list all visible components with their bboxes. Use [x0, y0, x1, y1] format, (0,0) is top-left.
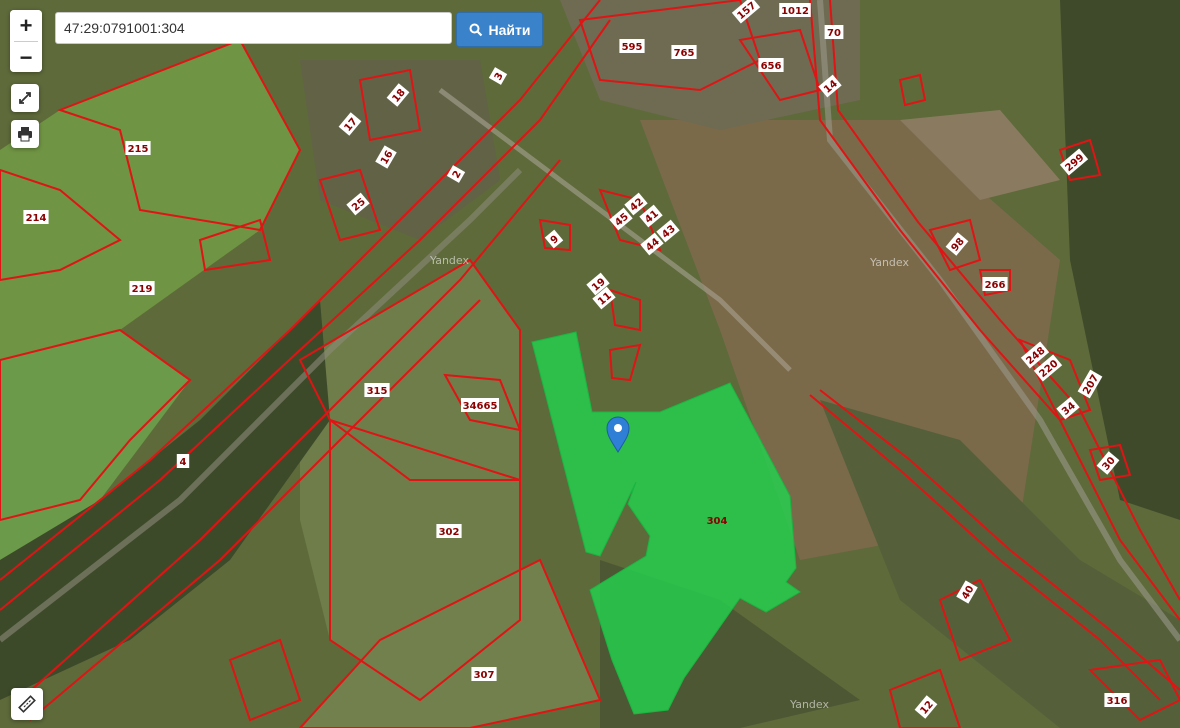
parcel-label-text: 316	[1107, 696, 1128, 707]
search-icon	[469, 23, 482, 36]
parcel-label-4[interactable]: 4	[176, 454, 190, 468]
ruler-button[interactable]	[11, 688, 43, 720]
fullscreen-button[interactable]	[11, 84, 39, 112]
zoom-out-button[interactable]: −	[10, 42, 42, 72]
parcel-label-text: 595	[622, 42, 643, 53]
watermark: Yandex	[789, 698, 829, 711]
parcel-label-text: 315	[367, 386, 388, 397]
parcel-label-text: 302	[439, 527, 460, 538]
print-button[interactable]	[11, 120, 39, 148]
parcel-label-316[interactable]: 316	[1104, 693, 1130, 707]
parcel-label-text: 1012	[781, 6, 809, 17]
cadastral-search-input[interactable]	[55, 12, 452, 44]
parcel-label-304[interactable]: 304	[704, 513, 729, 527]
find-button[interactable]: Найти	[456, 12, 543, 47]
printer-icon	[18, 127, 32, 142]
parcel-label-text: 266	[985, 280, 1006, 291]
parcel-label-text: 304	[707, 516, 728, 527]
parcel-label-765[interactable]: 765	[671, 45, 697, 59]
parcel-label-text: 214	[26, 213, 47, 224]
parcel-label-307[interactable]: 307	[471, 667, 497, 681]
parcel-label-656[interactable]: 656	[758, 58, 784, 72]
parcel-label-text: 219	[132, 284, 153, 295]
expand-icon	[19, 92, 31, 104]
watermark: Yandex	[429, 254, 469, 267]
satellite-map[interactable]: 157 101259576570656143181716215229921425 4…	[0, 0, 1180, 728]
parcel-label-595[interactable]: 595	[619, 39, 645, 53]
parcel-label-215[interactable]: 215	[125, 141, 151, 155]
parcel-label-text: 4	[180, 457, 187, 468]
parcel-label-text: 656	[761, 61, 782, 72]
parcel-label-70[interactable]: 70	[824, 25, 844, 39]
parcel-label-1012[interactable]: 1012	[779, 3, 811, 17]
parcel-label-text: 34665	[463, 401, 498, 412]
parcel-label-219[interactable]: 219	[129, 281, 155, 295]
zoom-in-button[interactable]: +	[10, 10, 42, 41]
parcel-label-text: 215	[128, 144, 149, 155]
parcel-label-text: 70	[827, 28, 841, 39]
parcel-label-text: 765	[674, 48, 695, 59]
parcel-label-34665[interactable]: 34665	[461, 398, 499, 412]
parcel-label-214[interactable]: 214	[23, 210, 49, 224]
parcel-label-266[interactable]: 266	[982, 277, 1008, 291]
parcel-label-315[interactable]: 315	[364, 383, 390, 397]
zoom-control: + −	[10, 10, 42, 72]
watermark: Yandex	[869, 256, 909, 269]
ruler-icon	[18, 695, 36, 713]
find-button-label: Найти	[488, 21, 531, 38]
parcel-label-text: 307	[474, 670, 495, 681]
parcel-label-302[interactable]: 302	[436, 524, 462, 538]
